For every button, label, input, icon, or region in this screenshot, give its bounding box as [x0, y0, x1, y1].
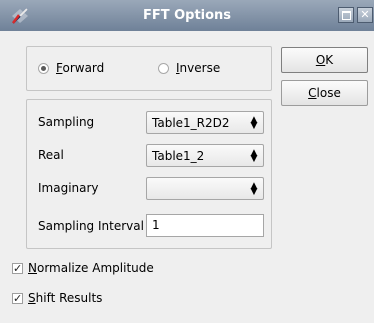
close-button[interactable]: Close [281, 80, 368, 106]
radio-unselected-indicator[interactable] [158, 62, 169, 74]
sampling-interval-label: Sampling Interval [38, 219, 144, 233]
real-value: Table1_2 [152, 148, 205, 163]
normalize-amplitude-label: Normalize Amplitude [28, 261, 154, 275]
sampling-label: Sampling [38, 115, 95, 129]
up-down-arrows-icon: ▲ ▼ [250, 114, 258, 131]
window-title: FFT Options [142, 8, 232, 23]
inverse-radio[interactable]: Inverse [158, 61, 220, 75]
forward-radio[interactable]: Forward [38, 61, 104, 75]
title-bar[interactable]: FFT Options ✕ [0, 0, 374, 31]
forward-label: Forward [56, 61, 105, 75]
checkbox-checked-indicator[interactable]: ✓ [12, 292, 23, 304]
sampling-value: Table1_R2D2 [152, 115, 230, 130]
ok-button[interactable]: OK [281, 47, 368, 73]
up-down-arrows-icon: ▲ ▼ [250, 180, 258, 197]
shift-results-label: Shift Results [28, 291, 103, 305]
normalize-amplitude-checkbox[interactable]: ✓ Normalize Amplitude [12, 261, 154, 275]
shift-results-checkbox[interactable]: ✓ Shift Results [12, 291, 102, 305]
up-down-arrows-icon: ▲ ▼ [250, 147, 258, 164]
maximize-button[interactable] [338, 7, 354, 23]
radio-selected-indicator[interactable] [38, 62, 49, 74]
sampling-combobox[interactable]: Table1_R2D2 ▲ ▼ [146, 111, 264, 134]
checkbox-checked-indicator[interactable]: ✓ [12, 262, 23, 274]
inverse-label: Inverse [176, 61, 221, 75]
close-icon: ✕ [360, 8, 370, 21]
real-combobox[interactable]: Table1_2 ▲ ▼ [146, 144, 264, 167]
real-label: Real [38, 148, 64, 162]
imaginary-combobox[interactable]: ▲ ▼ [146, 177, 264, 200]
close-window-button[interactable]: ✕ [357, 7, 373, 23]
imaginary-label: Imaginary [38, 181, 99, 195]
sampling-interval-input[interactable]: 1 [146, 214, 264, 237]
maximize-icon [341, 11, 351, 20]
fft-options-dialog: FFT Options ✕ Forward Inverse OK Close S… [0, 0, 374, 323]
